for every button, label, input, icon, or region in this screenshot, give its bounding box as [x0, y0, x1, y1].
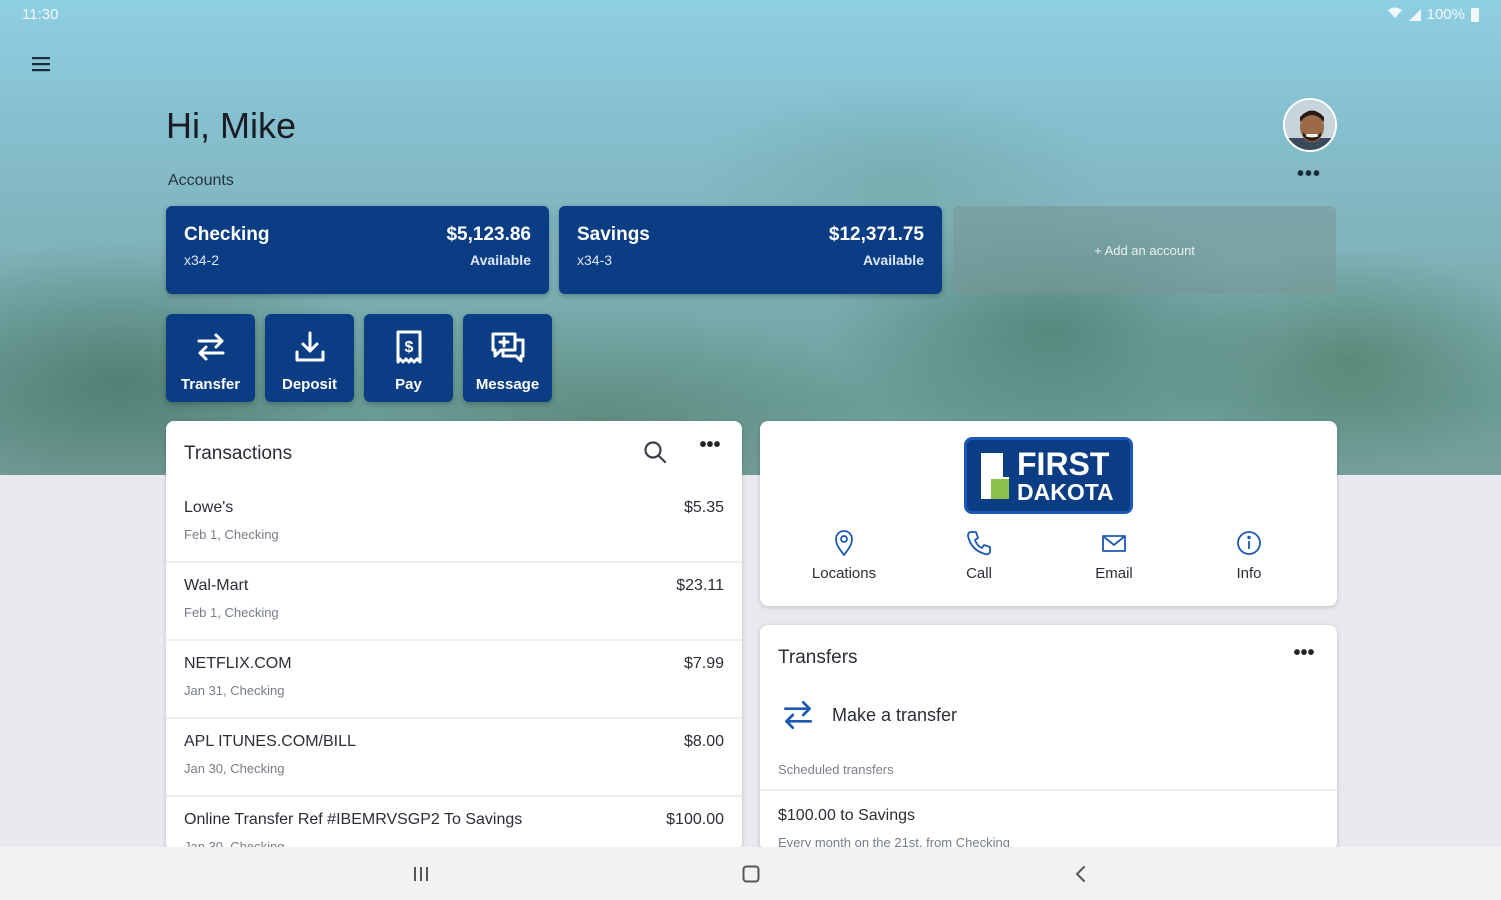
info-icon — [1237, 531, 1261, 555]
locations-link[interactable]: Locations — [784, 529, 904, 589]
recent-apps-icon — [414, 867, 428, 881]
action-label: Message — [475, 376, 540, 393]
signal-icon — [1408, 8, 1421, 21]
transaction-merchant: Lowe's — [184, 499, 234, 516]
email-link[interactable]: Email — [1054, 529, 1174, 589]
bank-link-label: Call — [966, 565, 992, 582]
transaction-row[interactable]: Lowe's Feb 1, Checking $5.35 — [166, 485, 742, 563]
transaction-amount: $5.35 — [683, 499, 724, 516]
transaction-detail: Jan 30, Checking — [184, 761, 285, 776]
home-button[interactable] — [731, 859, 771, 889]
message-action-button[interactable]: Message — [463, 314, 552, 402]
action-label: Deposit — [281, 376, 337, 393]
deposit-icon — [295, 331, 324, 362]
transactions-more-button[interactable]: ••• — [696, 435, 724, 461]
accounts-more-button[interactable]: ••• — [1296, 164, 1322, 188]
transaction-row[interactable]: NETFLIX.COM Jan 31, Checking $7.99 — [166, 641, 742, 719]
status-time: 11:30 — [22, 6, 59, 23]
transaction-merchant: NETFLIX.COM — [184, 655, 292, 672]
transaction-detail: Feb 1, Checking — [184, 605, 279, 620]
account-name: Savings — [577, 224, 650, 245]
location-pin-icon — [835, 530, 853, 557]
transaction-amount: $100.00 — [666, 811, 724, 828]
back-button[interactable] — [1061, 859, 1101, 889]
logo-text-first: FIRST — [1017, 446, 1110, 482]
action-label: Pay — [395, 376, 422, 393]
scheduled-transfers-label: Scheduled transfers — [778, 762, 894, 777]
account-card-savings[interactable]: Savings x34-3 $12,371.75 Available — [559, 206, 942, 294]
transactions-card: Transactions ••• Lowe's Feb 1, Checking … — [166, 421, 742, 851]
transaction-amount: $23.11 — [676, 577, 724, 594]
transfer-icon — [784, 701, 812, 729]
transactions-search-button[interactable] — [642, 439, 668, 465]
account-number: x34-3 — [577, 252, 613, 268]
recent-apps-button[interactable] — [401, 859, 441, 889]
account-card-checking[interactable]: Checking x34-2 $5,123.86 Available — [166, 206, 549, 294]
transfers-title: Transfers — [778, 647, 858, 668]
account-number: x34-2 — [184, 252, 220, 268]
make-transfer-label: Make a transfer — [832, 705, 958, 725]
first-dakota-logo: FIRST DAKOTA — [964, 437, 1133, 514]
wifi-icon — [1387, 6, 1403, 23]
add-account-button[interactable]: + Add an account — [953, 206, 1336, 294]
bank-link-label: Info — [1236, 565, 1262, 582]
phone-icon — [967, 531, 991, 556]
bank-info-card: FIRST DAKOTA Locations Call Email Info — [760, 421, 1337, 606]
status-bar: 11:30 100% — [0, 0, 1501, 30]
scheduled-transfer-title: $100.00 to Savings — [778, 807, 915, 824]
transfer-icon — [197, 333, 224, 361]
bank-link-label: Locations — [811, 565, 877, 582]
logo-text-dakota: DAKOTA — [1017, 479, 1114, 505]
transaction-merchant: Wal-Mart — [184, 577, 249, 594]
accounts-label: Accounts — [168, 172, 234, 189]
account-name: Checking — [184, 224, 270, 245]
transaction-merchant: APL ITUNES.COM/BILL — [184, 733, 356, 750]
profile-avatar[interactable] — [1283, 98, 1337, 152]
account-balance: $12,371.75 — [828, 224, 924, 245]
action-label: Transfer — [180, 376, 241, 393]
battery-percent: 100% — [1426, 6, 1465, 23]
transaction-detail: Jan 31, Checking — [184, 683, 285, 698]
pay-action-button[interactable]: $ Pay — [364, 314, 453, 402]
call-link[interactable]: Call — [919, 529, 1039, 589]
svg-text:$: $ — [404, 339, 413, 356]
transaction-row[interactable]: Wal-Mart Feb 1, Checking $23.11 — [166, 563, 742, 641]
hamburger-icon — [32, 57, 50, 72]
system-nav-bar — [0, 847, 1501, 900]
home-icon — [742, 865, 760, 883]
scheduled-transfer-item[interactable]: $100.00 to Savings Every month on the 21… — [778, 807, 1010, 850]
logo-mark-icon — [981, 453, 1009, 499]
transaction-amount: $7.99 — [683, 655, 724, 672]
message-icon — [491, 332, 524, 363]
transaction-merchant: Online Transfer Ref #IBEMRVSGP2 To Savin… — [184, 811, 523, 828]
pay-icon: $ — [396, 330, 421, 364]
menu-button[interactable] — [28, 52, 54, 76]
deposit-action-button[interactable]: Deposit — [265, 314, 354, 402]
status-indicators: 100% — [1387, 6, 1479, 23]
account-balance: $5,123.86 — [446, 224, 531, 245]
transfers-more-button[interactable]: ••• — [1290, 643, 1318, 669]
battery-icon — [1471, 7, 1479, 22]
transfer-action-button[interactable]: Transfer — [166, 314, 255, 402]
email-icon — [1102, 535, 1126, 552]
transaction-amount: $8.00 — [683, 733, 724, 750]
info-link[interactable]: Info — [1189, 529, 1309, 589]
transaction-detail: Feb 1, Checking — [184, 527, 279, 542]
transaction-row[interactable]: APL ITUNES.COM/BILL Jan 30, Checking $8.… — [166, 719, 742, 797]
transfers-card: Transfers ••• Make a transfer Scheduled … — [760, 625, 1337, 851]
make-transfer-button[interactable]: Make a transfer — [778, 695, 1078, 735]
greeting: Hi, Mike — [166, 105, 297, 146]
back-icon — [1075, 866, 1085, 882]
divider — [760, 789, 1337, 791]
bank-link-label: Email — [1095, 565, 1133, 582]
transaction-row[interactable]: Online Transfer Ref #IBEMRVSGP2 To Savin… — [166, 797, 742, 851]
balance-label: Available — [470, 252, 531, 268]
search-icon — [644, 441, 667, 464]
balance-label: Available — [863, 252, 924, 268]
transactions-title: Transactions — [184, 443, 293, 464]
